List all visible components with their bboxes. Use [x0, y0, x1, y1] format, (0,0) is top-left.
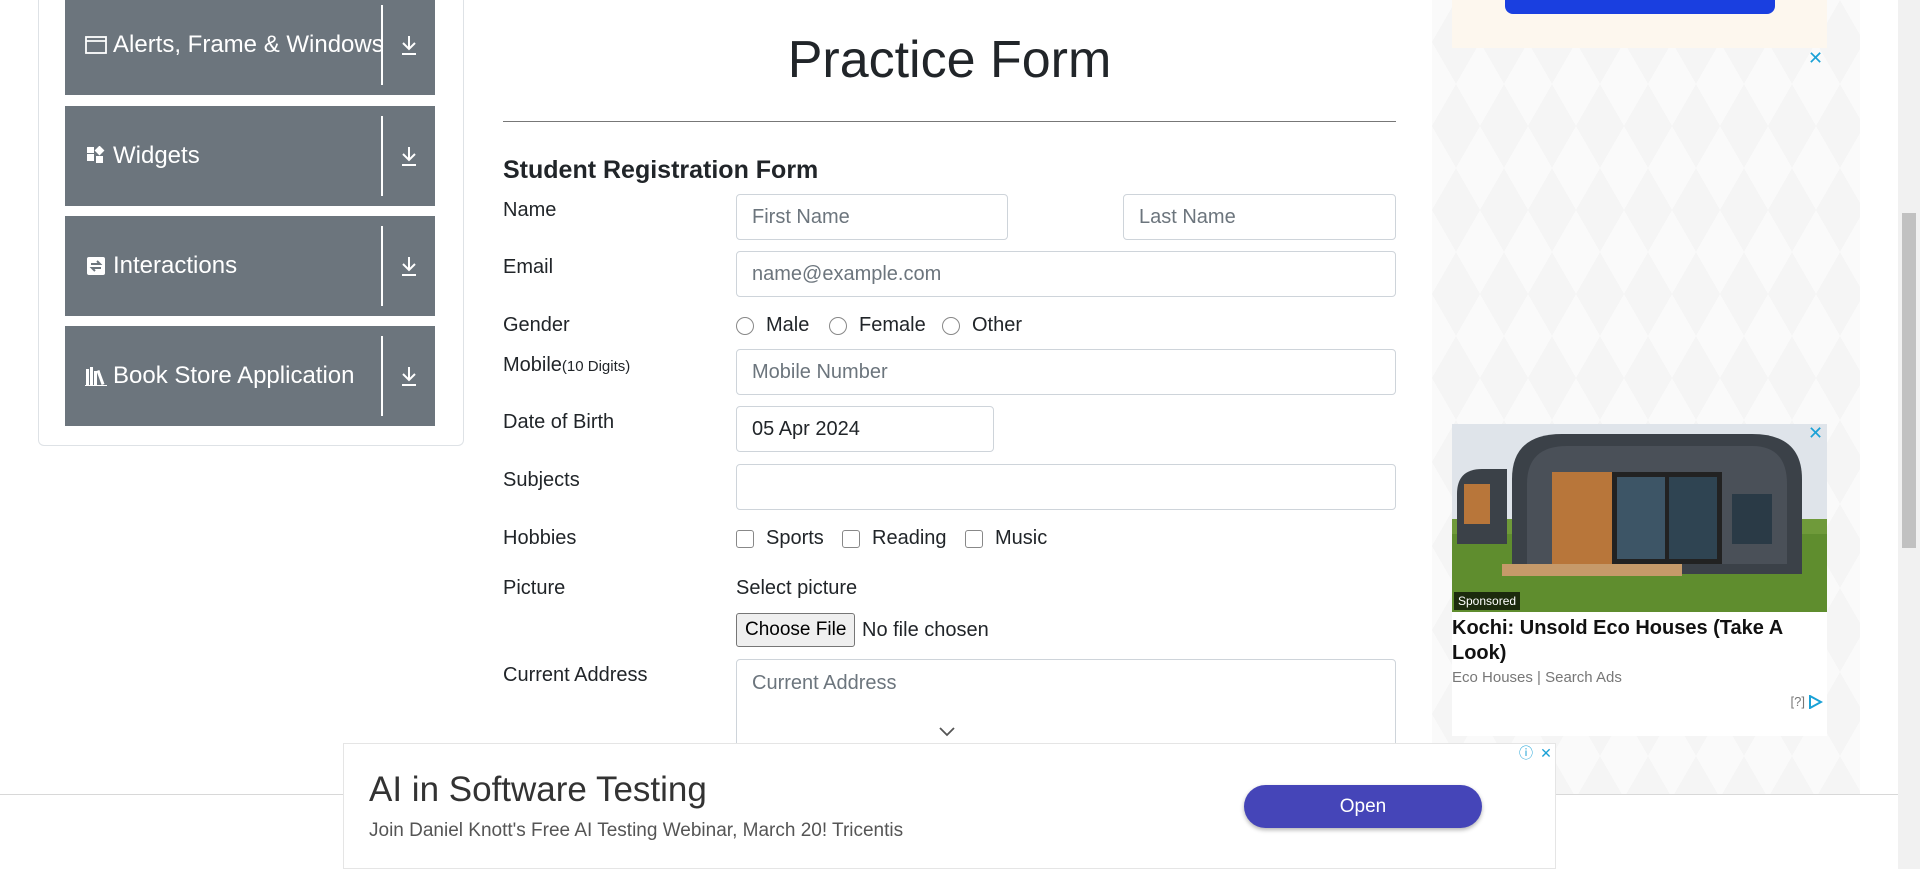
email-label: Email	[503, 256, 554, 278]
hobby-checkbox-reading[interactable]: Reading	[842, 527, 947, 550]
select-picture-label: Select picture	[736, 577, 858, 599]
widgets-icon	[85, 145, 107, 167]
ad-card[interactable]: Sponsored Kochi: Unsold Eco Houses (Take…	[1452, 424, 1827, 736]
dob-label: Date of Birth	[503, 411, 615, 433]
ad-headline[interactable]: Kochi: Unsold Eco Houses (Take A Look)	[1452, 616, 1822, 666]
chevron-down-icon	[938, 725, 956, 743]
subjects-label: Subjects	[503, 469, 580, 491]
email-input[interactable]	[736, 251, 1396, 297]
name-label: Name	[503, 199, 557, 221]
hobby-option-label: Reading	[872, 527, 947, 549]
banner-ad[interactable]: AI in Software Testing Join Daniel Knott…	[343, 743, 1556, 869]
banner-title[interactable]: AI in Software Testing	[369, 770, 707, 810]
sidebar-group-widgets[interactable]: Widgets	[65, 106, 435, 206]
scrollbar-thumb[interactable]	[1902, 213, 1916, 548]
address-label: Current Address	[503, 664, 648, 686]
ad-help-link[interactable]: [?]	[1791, 694, 1805, 709]
mobile-label: Mobile(10 Digits)	[503, 354, 630, 377]
gender-radio-other[interactable]: Other	[942, 314, 1022, 337]
close-icon[interactable]: ✕	[1808, 423, 1823, 444]
mobile-input[interactable]	[736, 349, 1396, 395]
hobbies-label: Hobbies	[503, 527, 577, 549]
sidebar-group-interactions[interactable]: Interactions	[65, 216, 435, 316]
sidebar-group-bookstore[interactable]: Book Store Application	[65, 326, 435, 426]
banner-controls: ⓘ ✕	[1517, 744, 1555, 762]
sidebar-group-alerts[interactable]: Alerts, Frame & Windows	[65, 0, 435, 95]
gender-option-label: Male	[766, 314, 810, 336]
page-title: Practice Form	[787, 31, 1112, 89]
radio-circle[interactable]	[942, 316, 960, 335]
gender-option-label: Other	[972, 314, 1023, 336]
subjects-input[interactable]	[736, 464, 1396, 510]
dob-input[interactable]	[736, 406, 994, 452]
ad-source: Eco Houses | Search Ads	[1452, 669, 1622, 686]
gender-radio-female[interactable]: Female	[829, 314, 926, 337]
sponsored-badge: Sponsored	[1454, 592, 1521, 610]
close-icon[interactable]: ✕	[1537, 744, 1555, 762]
form-heading: Student Registration Form	[503, 156, 819, 184]
hobby-option-label: Sports	[766, 527, 824, 549]
hobby-checkbox-sports[interactable]: Sports	[736, 527, 824, 550]
radio-circle[interactable]	[736, 316, 754, 335]
interactions-icon	[85, 255, 107, 277]
checkbox[interactable]	[842, 529, 860, 548]
file-status: No file chosen	[862, 619, 989, 641]
hobby-option-label: Music	[995, 527, 1048, 549]
banner-subtitle: Join Daniel Knott's Free AI Testing Webi…	[369, 820, 904, 841]
download-icon[interactable]	[383, 106, 435, 206]
choose-file-button[interactable]: Choose File	[736, 613, 856, 647]
mobile-label-text: Mobile	[503, 354, 562, 376]
download-icon[interactable]	[383, 326, 435, 426]
gender-radio-male[interactable]: Male	[736, 314, 809, 337]
books-icon	[85, 365, 107, 387]
gender-option-label: Female	[859, 314, 926, 336]
hobby-checkbox-music[interactable]: Music	[965, 527, 1047, 550]
ad-top-button[interactable]	[1505, 0, 1775, 14]
window-icon	[85, 34, 107, 56]
picture-label: Picture	[503, 577, 566, 599]
mobile-hint: (10 Digits)	[561, 358, 631, 375]
adchoices-icon[interactable]	[1807, 694, 1823, 709]
info-icon[interactable]: ⓘ	[1517, 744, 1535, 762]
last-name-input[interactable]	[1123, 194, 1396, 240]
close-icon[interactable]: ✕	[1808, 48, 1823, 69]
open-button[interactable]: Open	[1244, 785, 1482, 828]
checkbox[interactable]	[736, 529, 754, 548]
checkbox[interactable]	[965, 529, 983, 548]
divider	[503, 121, 1396, 122]
radio-circle[interactable]	[829, 316, 847, 335]
first-name-input[interactable]	[736, 194, 1008, 240]
eco-house-image[interactable]: Sponsored	[1452, 424, 1827, 612]
download-icon[interactable]	[383, 0, 435, 95]
download-icon[interactable]	[383, 216, 435, 316]
ad-choices[interactable]: [?]	[1791, 694, 1823, 709]
gender-label: Gender	[503, 314, 570, 336]
